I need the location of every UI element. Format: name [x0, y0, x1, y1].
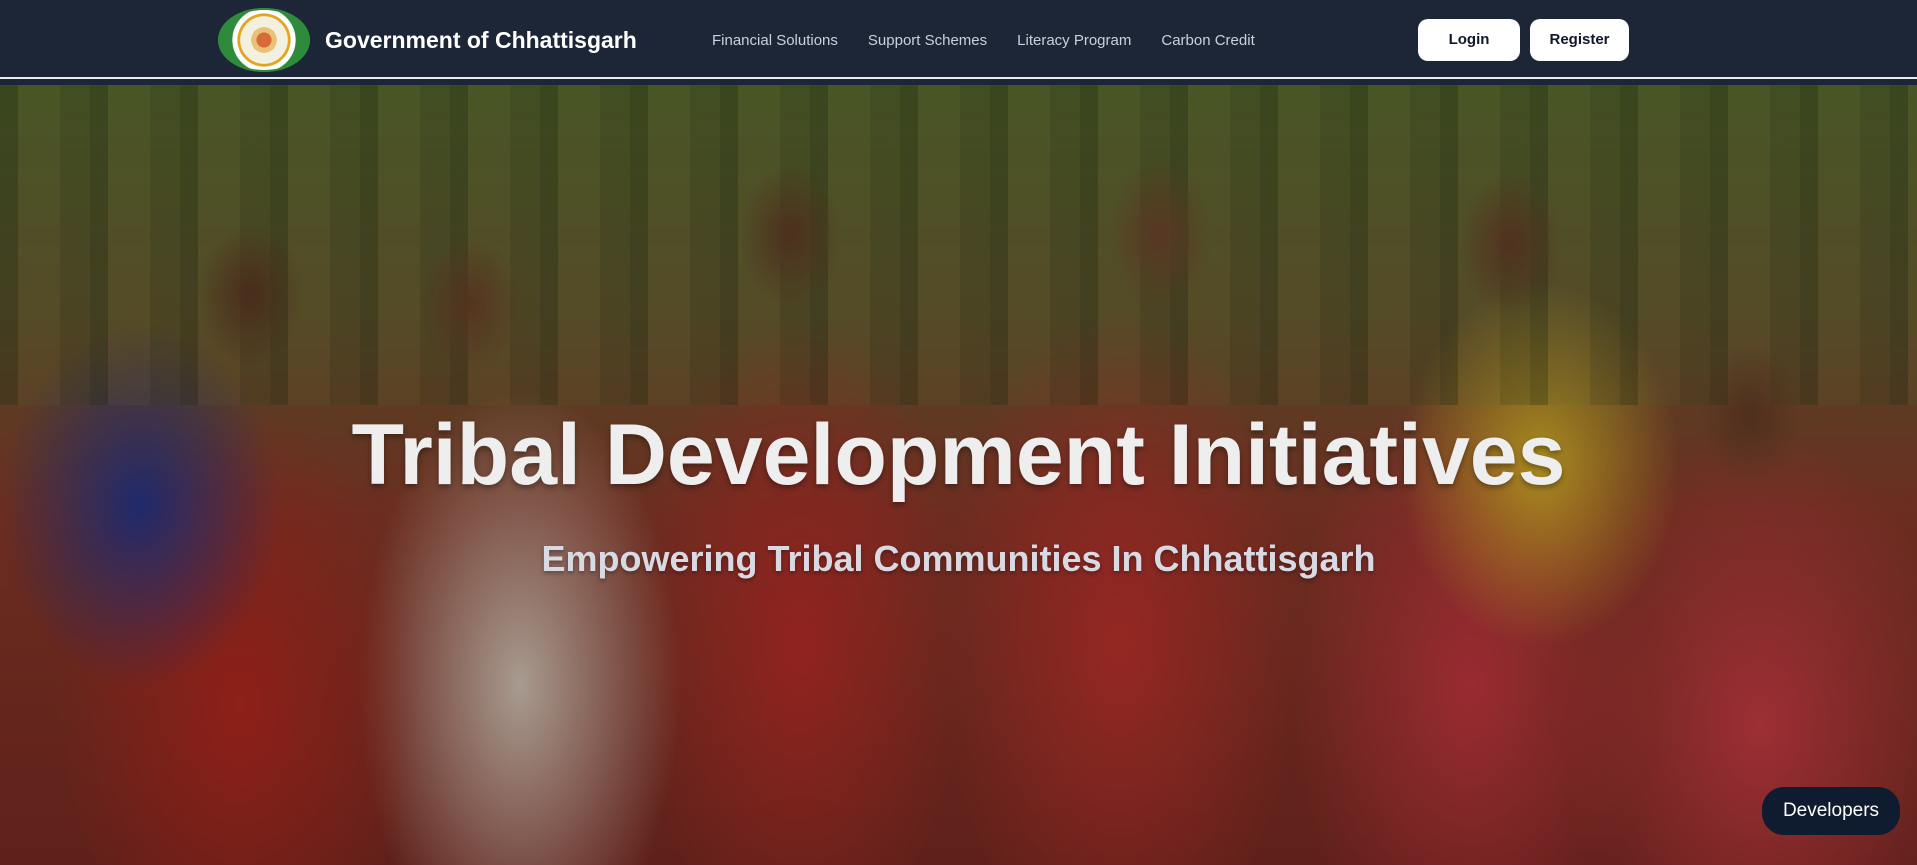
nav-support-schemes[interactable]: Support Schemes	[868, 31, 987, 51]
main-nav: Financial Solutions Support Schemes Lite…	[712, 31, 1285, 51]
login-button[interactable]: Login	[1418, 19, 1520, 61]
hero-subtitle: Empowering Tribal Communities In Chhatti…	[541, 538, 1376, 579]
hero-banner: Tribal Development Initiatives Empowerin…	[0, 85, 1917, 865]
nav-carbon-credit[interactable]: Carbon Credit	[1161, 31, 1254, 51]
developers-button[interactable]: Developers	[1762, 787, 1900, 835]
register-button[interactable]: Register	[1530, 19, 1629, 61]
nav-literacy-program[interactable]: Literacy Program	[1017, 31, 1131, 51]
nav-financial-solutions[interactable]: Financial Solutions	[712, 31, 838, 51]
emblem-center	[248, 26, 280, 54]
site-title[interactable]: Government of Chhattisgarh	[325, 26, 637, 54]
chhattisgarh-emblem-icon[interactable]	[218, 8, 310, 72]
top-navbar: Government of Chhattisgarh Financial Sol…	[0, 0, 1917, 79]
hero-title: Tribal Development Initiatives	[351, 407, 1566, 503]
